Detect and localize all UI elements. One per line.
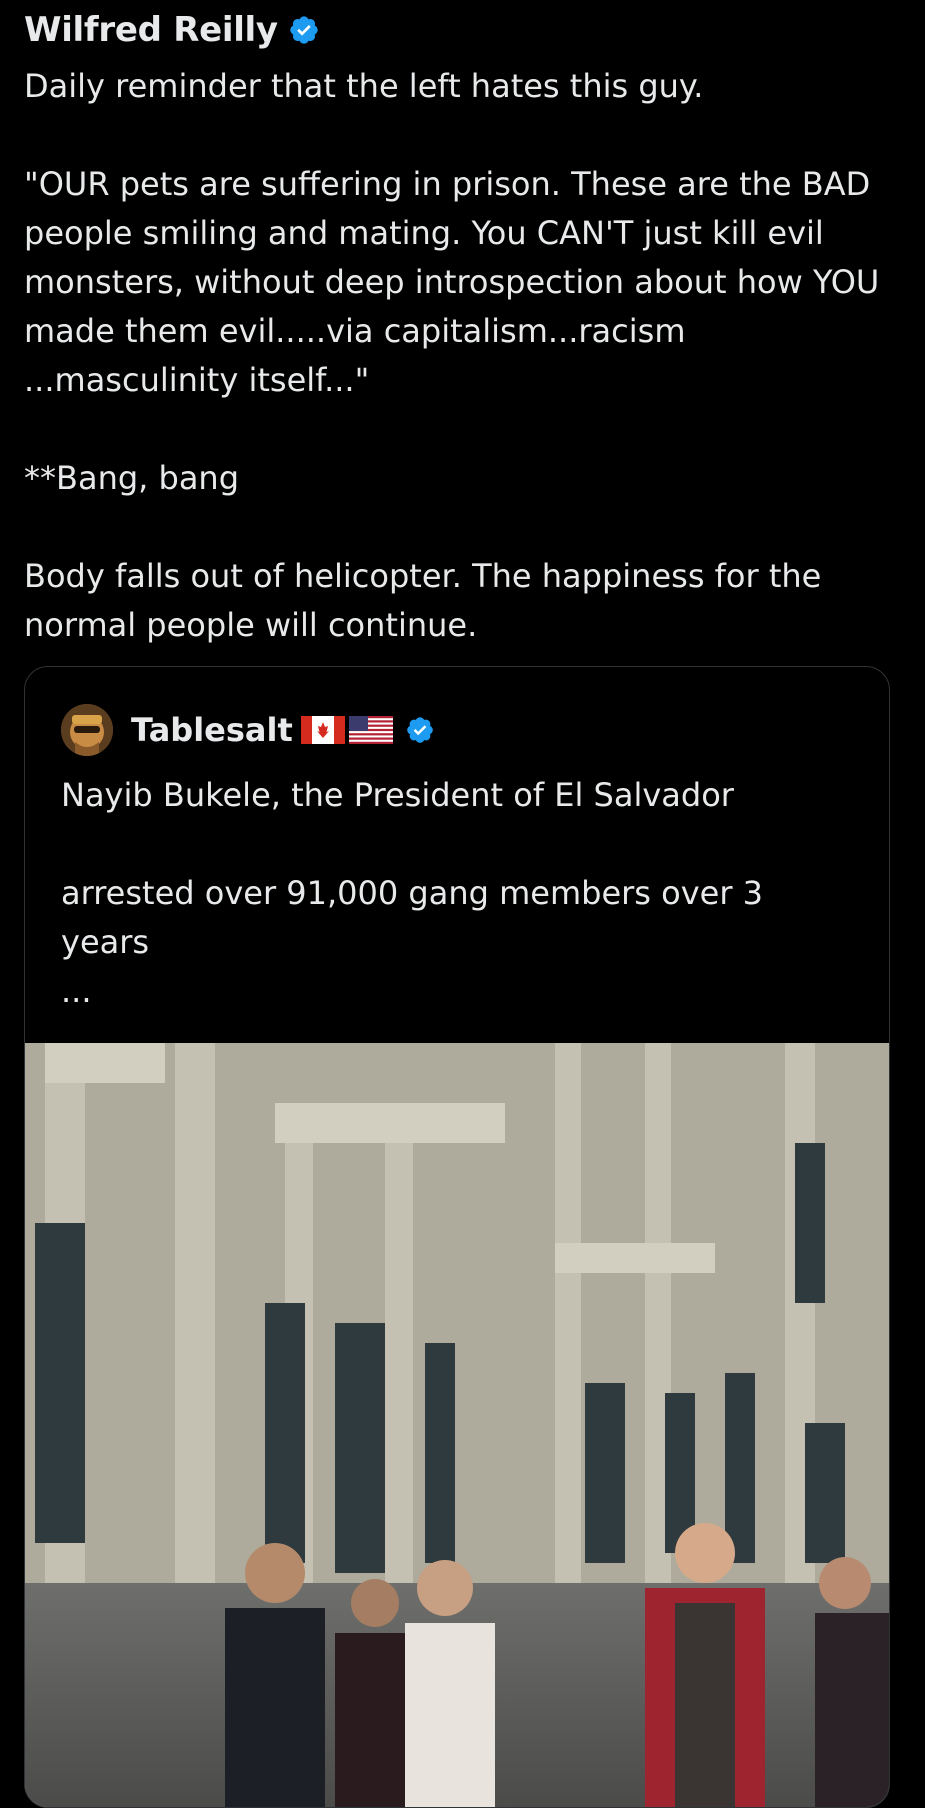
video-thumbnail[interactable] [25, 1043, 889, 1807]
verified-badge-icon [406, 717, 433, 743]
tweet-header: Wilfred Reilly [24, 6, 320, 54]
quoted-tweet-card[interactable]: Tablesalt Nayib Bukele, the President of… [24, 666, 890, 1808]
verified-badge-icon [290, 16, 318, 44]
quoted-author-name[interactable]: Tablesalt [131, 711, 293, 749]
avatar-image [61, 704, 113, 756]
tweet-text: Daily reminder that the left hates this … [24, 67, 880, 644]
tweet: Wilfred Reilly Daily reminder that the l… [0, 0, 925, 1808]
author-name[interactable]: Wilfred Reilly [24, 10, 278, 50]
quoted-tweet-header: Tablesalt [61, 701, 435, 759]
avatar[interactable] [61, 704, 113, 756]
flag-canada-icon [300, 716, 345, 744]
flag-usa-icon [348, 716, 393, 744]
video-frame-image [25, 1043, 889, 1807]
quoted-tweet-text: Nayib Bukele, the President of El Salvad… [61, 776, 764, 1010]
